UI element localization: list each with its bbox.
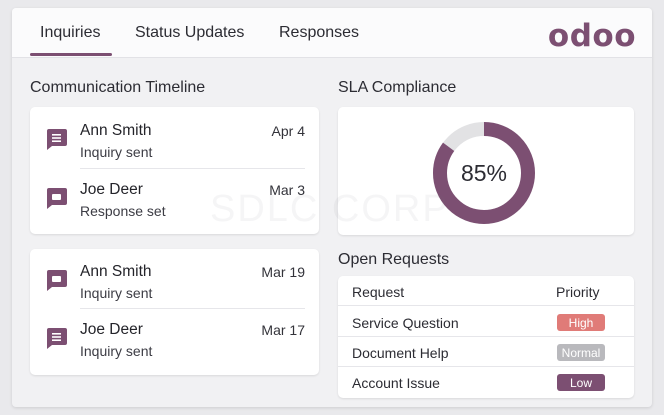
contact-name: Joe Deer (80, 181, 143, 198)
contact-name: Ann Smith (80, 122, 152, 139)
document-icon (44, 126, 68, 150)
divider (80, 308, 305, 309)
chat-icon (44, 267, 68, 291)
event-status: Response set (80, 203, 166, 219)
timeline-item[interactable]: Ann Smith Inquiry sent Apr 4 (30, 111, 319, 169)
timeline-card: Ann Smith Inquiry sent Mar 19 Joe Deer I… (30, 249, 319, 375)
tab-inquiries[interactable]: Inquiries (29, 24, 114, 56)
odoo-logo[interactable]: odoo (548, 18, 636, 54)
divider (80, 168, 305, 169)
app-window: Inquiries Status Updates Responses odoo … (12, 8, 652, 407)
event-date: Mar 19 (261, 264, 305, 280)
timeline-title: Communication Timeline (30, 79, 206, 96)
timeline-item[interactable]: Joe Deer Inquiry sent Mar 17 (30, 310, 319, 368)
event-date: Mar 17 (261, 322, 305, 338)
contact-name: Joe Deer (80, 321, 143, 338)
event-status: Inquiry sent (80, 343, 153, 359)
timeline-item[interactable]: Ann Smith Inquiry sent Mar 19 (30, 252, 319, 310)
priority-badge: Low (557, 374, 605, 391)
event-status: Inquiry sent (80, 285, 153, 301)
document-icon (44, 325, 68, 349)
table-row[interactable]: Document Help Normal (338, 337, 634, 367)
tab-status-updates[interactable]: Status Updates (135, 24, 244, 42)
watermark: SDLC CORP (210, 188, 450, 230)
request-name: Document Help (352, 345, 449, 361)
event-date: Apr 4 (271, 123, 305, 139)
column-header-request[interactable]: Request (352, 284, 404, 300)
tab-responses[interactable]: Responses (279, 24, 359, 42)
request-name: Account Issue (352, 375, 440, 391)
top-navigation-bar: Inquiries Status Updates Responses odoo (12, 8, 652, 58)
column-header-priority[interactable]: Priority (556, 284, 600, 300)
table-row[interactable]: Service Question High (338, 307, 634, 337)
priority-badge: Normal (557, 344, 605, 361)
table-row[interactable]: Account Issue Low (338, 367, 634, 397)
table-header-row: Request Priority (338, 276, 634, 306)
open-requests-title: Open Requests (338, 251, 450, 268)
sla-title: SLA Compliance (338, 79, 457, 96)
priority-badge: High (557, 314, 605, 331)
request-name: Service Question (352, 315, 459, 331)
event-status: Inquiry sent (80, 144, 153, 160)
contact-name: Ann Smith (80, 263, 152, 280)
open-requests-table: Request Priority Service Question High D… (338, 276, 634, 398)
chat-icon (44, 185, 68, 209)
